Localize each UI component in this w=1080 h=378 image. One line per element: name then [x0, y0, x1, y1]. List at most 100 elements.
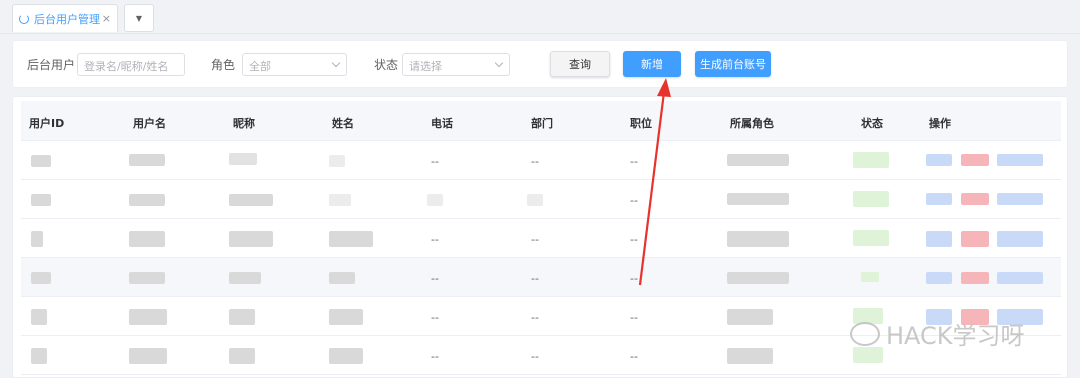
table-row[interactable]: -- -- --	[21, 141, 1061, 180]
table-row[interactable]: --	[21, 180, 1061, 219]
redacted-role	[727, 193, 789, 205]
col-name: 姓名	[332, 117, 354, 130]
col-status: 状态	[861, 117, 883, 130]
col-department: 部门	[531, 117, 553, 130]
generate-frontend-account-button[interactable]: 生成前台账号	[695, 51, 771, 77]
add-button[interactable]: 新增	[623, 51, 681, 77]
redacted-user-id	[31, 155, 51, 167]
status-select[interactable]: 请选择	[402, 53, 510, 76]
edit-link[interactable]	[926, 154, 952, 166]
delete-link[interactable]	[961, 231, 989, 247]
redacted-department	[527, 194, 543, 206]
user-search-input[interactable]: 登录名/昵称/姓名	[77, 53, 185, 76]
table-row[interactable]: -- -- --	[21, 258, 1061, 297]
redacted-name	[329, 155, 345, 167]
status-tag	[853, 191, 889, 207]
phone-cell: --	[431, 311, 439, 324]
redacted-name	[329, 272, 355, 284]
watermark: HACK学习呀	[850, 316, 1025, 351]
redacted-username	[129, 272, 165, 284]
table-header: 用户ID 用户名 昵称 姓名 电话 部门 职位 所属角色 状态 操作	[21, 101, 1061, 141]
status-tag	[853, 230, 889, 246]
redacted-user-id	[31, 194, 51, 206]
role-filter-label: 角色	[211, 58, 236, 72]
redacted-user-id	[31, 272, 51, 284]
redacted-username	[129, 348, 167, 364]
tab-label: 后台用户管理	[34, 12, 100, 26]
reset-password-link[interactable]	[997, 272, 1043, 284]
user-filter-label: 后台用户	[27, 58, 76, 72]
wechat-icon	[850, 321, 880, 346]
department-cell: --	[531, 311, 539, 324]
phone-cell: --	[431, 233, 439, 246]
redacted-phone	[427, 194, 443, 206]
watermark-text: HACK学习呀	[886, 322, 1025, 350]
tab-dropdown-button[interactable]: ▼	[124, 4, 154, 32]
tab-bar: 后台用户管理 × ▼	[0, 0, 1080, 34]
redacted-user-id	[31, 348, 47, 364]
phone-cell: --	[431, 350, 439, 363]
department-cell: --	[531, 350, 539, 363]
redacted-name	[329, 231, 373, 247]
redacted-nickname	[229, 153, 257, 165]
position-cell: --	[630, 272, 638, 285]
redacted-username	[129, 231, 165, 247]
delete-link[interactable]	[961, 272, 989, 284]
position-cell: --	[630, 311, 638, 324]
redacted-name	[329, 309, 363, 325]
col-role: 所属角色	[730, 117, 774, 130]
department-cell: --	[531, 155, 539, 168]
redacted-nickname	[229, 194, 273, 206]
redacted-nickname	[229, 309, 255, 325]
reset-password-link[interactable]	[997, 193, 1043, 205]
redacted-role	[727, 348, 773, 364]
query-button[interactable]: 查询	[550, 51, 610, 77]
status-tag	[853, 152, 889, 168]
refresh-icon[interactable]	[19, 13, 29, 24]
col-actions: 操作	[929, 117, 951, 130]
close-icon[interactable]: ×	[102, 12, 111, 25]
redacted-user-id	[31, 231, 43, 247]
table-row[interactable]: -- -- --	[21, 219, 1061, 258]
redacted-user-id	[31, 309, 47, 325]
position-cell: --	[630, 194, 638, 207]
phone-cell: --	[431, 272, 439, 285]
position-cell: --	[630, 233, 638, 246]
chevron-down-icon	[331, 58, 341, 68]
col-position: 职位	[630, 117, 652, 130]
redacted-role	[727, 231, 789, 247]
redacted-nickname	[229, 348, 255, 364]
reset-password-link[interactable]	[997, 154, 1043, 166]
redacted-nickname	[229, 231, 273, 247]
status-tag	[861, 272, 879, 282]
col-username: 用户名	[133, 117, 166, 130]
redacted-role	[727, 272, 789, 284]
department-cell: --	[531, 233, 539, 246]
chevron-down-icon	[494, 58, 504, 68]
reset-password-link[interactable]	[997, 231, 1043, 247]
search-panel: 后台用户 登录名/昵称/姓名 角色 全部 状态 请选择 查询 新增 生成前台账号	[12, 40, 1068, 88]
redacted-username	[129, 309, 167, 325]
department-cell: --	[531, 272, 539, 285]
redacted-name	[329, 194, 351, 206]
col-phone: 电话	[431, 117, 453, 130]
phone-cell: --	[431, 155, 439, 168]
edit-link[interactable]	[926, 231, 952, 247]
delete-link[interactable]	[961, 193, 989, 205]
delete-link[interactable]	[961, 154, 989, 166]
redacted-username	[129, 154, 165, 166]
role-select[interactable]: 全部	[242, 53, 347, 76]
edit-link[interactable]	[926, 272, 952, 284]
redacted-role	[727, 154, 789, 166]
col-user-id: 用户ID	[29, 117, 65, 130]
position-cell: --	[630, 155, 638, 168]
col-nickname: 昵称	[233, 117, 255, 130]
edit-link[interactable]	[926, 193, 952, 205]
redacted-name	[329, 348, 363, 364]
redacted-role	[727, 309, 773, 325]
tab-admin-users[interactable]: 后台用户管理 ×	[12, 4, 118, 32]
redacted-username	[129, 194, 165, 206]
status-filter-label: 状态	[374, 58, 399, 72]
position-cell: --	[630, 350, 638, 363]
redacted-nickname	[229, 272, 261, 284]
